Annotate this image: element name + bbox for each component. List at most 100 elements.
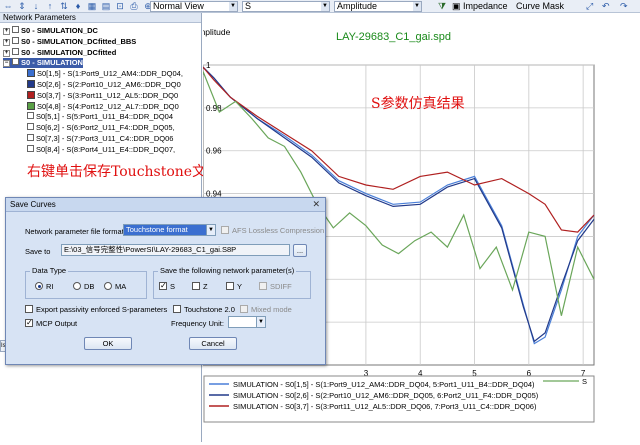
filter-icon[interactable]: ♦ — [72, 1, 84, 12]
impedance-toggle[interactable]: ▣ Impedance — [452, 1, 508, 12]
browse-button[interactable]: ... — [293, 244, 307, 257]
network-icon — [12, 26, 19, 33]
save-curves-dialog: Save Curves ✕ Network parameter file for… — [5, 197, 326, 365]
tree-group-item[interactable]: + S0 - SIMULATION_DC — [3, 26, 98, 36]
tree-item-label: S0[5,1] - S(5:Port1_U11_B4::DDR_DQ04 — [36, 112, 174, 122]
mode-select[interactable]: Amplitude ▼ — [334, 1, 422, 12]
tree-item-label: S0 - SIMULATION_DC — [21, 26, 98, 35]
format-label: Network parameter file format: — [25, 227, 126, 236]
export-passivity-label: Export passivity enforced S-parameters — [36, 305, 168, 314]
tree-group-item[interactable]: − S0 - SIMULATION — [3, 58, 83, 69]
parameter-select[interactable]: S ▼ — [242, 1, 330, 12]
tree-item-label: S0[6,2] - S(6:Port2_U11_F4::DDR_DQ05, — [36, 123, 175, 133]
network-icon — [12, 47, 19, 55]
mixed-mode-label: Mixed mode — [251, 305, 292, 314]
format-select[interactable]: Touchstone format ▼ — [123, 224, 216, 236]
param-s-checkbox[interactable]: ✓ — [159, 282, 167, 290]
chevron-down-icon: ▼ — [321, 2, 329, 11]
chevron-down-icon: ▼ — [229, 2, 237, 11]
sort-up-icon[interactable]: ↑ — [44, 1, 56, 12]
expand-icon[interactable]: + — [3, 28, 10, 35]
curve-color-icon[interactable] — [27, 90, 35, 99]
network-icon — [12, 58, 19, 66]
radio-ri-label: RI — [46, 282, 54, 291]
tree-curve-item[interactable]: S0[8,4] - S(8:Port4_U11_E4::DDR_DQ07, — [27, 144, 175, 155]
touchstone2-checkbox[interactable] — [173, 305, 181, 313]
tree-item-label: S0[7,3] - S(7:Port3_U11_C4::DDR_DQ06 — [36, 134, 174, 143]
cancel-button[interactable]: Cancel — [189, 337, 237, 350]
curve-checkbox-icon[interactable] — [27, 134, 34, 141]
curve-color-icon[interactable] — [27, 80, 35, 88]
param-z-checkbox[interactable] — [192, 282, 200, 290]
curve-color-icon[interactable] — [27, 69, 35, 78]
legend-entry: SIMULATION - S0[3,7] - S(3:Port11_U12_AL… — [233, 402, 537, 411]
afs-checkbox[interactable] — [221, 226, 229, 234]
param-sdiff-label: SDIFF — [270, 282, 292, 291]
y-tick-label: 0.96 — [206, 147, 222, 156]
param-sdiff-checkbox[interactable] — [259, 282, 267, 290]
arrows-icon[interactable]: ⇔ — [2, 1, 14, 12]
legend-entry: S — [582, 377, 587, 386]
close-icon[interactable]: ✕ — [312, 199, 320, 210]
param-s-label: S — [170, 282, 176, 291]
save-to-label: Save to — [25, 247, 51, 256]
tree-curve-item[interactable]: S0[3,7] - S(3:Port11_U12_AL5::DDR_DQ0 — [27, 90, 178, 101]
view-select[interactable]: Normal View ▼ — [150, 1, 238, 12]
mcp-output-checkbox[interactable]: ✓ — [25, 319, 33, 327]
tree-group-item[interactable]: + S0 - SIMULATION_DCfitted_BBS — [3, 36, 136, 47]
zoom-icon[interactable]: ⤢ — [586, 1, 593, 12]
param-y-label: Y — [237, 282, 243, 291]
afs-label: AFS Lossless Compression — [232, 226, 325, 235]
expand-icon[interactable]: + — [3, 38, 10, 46]
chevron-down-icon: ▼ — [256, 317, 265, 327]
grid-icon[interactable]: ▦ — [86, 1, 98, 12]
collapse-icon[interactable]: − — [3, 60, 10, 68]
tree-group-item[interactable]: + S0 - SIMULATION_DCfitted — [3, 47, 117, 58]
tree-curve-item[interactable]: S0[4,8] - S(4:Port12_U12_AL7::DDR_DQ0 — [27, 101, 179, 112]
sort-down-icon[interactable]: ↓ — [30, 1, 42, 12]
curve-checkbox-icon[interactable] — [27, 123, 34, 131]
toolbar: ⇔ ⇕ ↓ ↑ ⇅ ♦ ▦ ▤ ⊡ ⎙ ⊕ Normal View ▼ S ▼ Am… — [0, 0, 640, 13]
expand-icon[interactable]: + — [3, 49, 10, 57]
legend-entry: SIMULATION - S0[2,6] - S(2:Port10_U12_AM… — [233, 391, 539, 400]
tree-curve-item[interactable]: S0[7,3] - S(7:Port3_U11_C4::DDR_DQ06 — [27, 134, 173, 144]
tree-item-label: S0 - SIMULATION — [21, 58, 83, 68]
filter-funnel-icon[interactable]: ⧩ — [438, 1, 446, 12]
mixed-mode-checkbox[interactable] — [240, 305, 248, 313]
radio-db-label: DB — [84, 282, 95, 291]
select-icon[interactable]: ⊡ — [114, 1, 126, 12]
tree-curve-item[interactable]: S0[6,2] - S(6:Port2_U11_F4::DDR_DQ05, — [27, 123, 175, 133]
save-to-field[interactable]: E:\03_信号完整性\PowerSI\LAY-29683_C1_gai.S8P — [61, 244, 290, 256]
redo-icon[interactable]: ↷ — [620, 1, 628, 12]
touchstone2-label: Touchstone 2.0 — [184, 305, 235, 314]
curve-checkbox-icon[interactable] — [27, 144, 34, 152]
radio-db[interactable] — [73, 282, 81, 290]
radio-ma-label: MA — [115, 282, 127, 291]
curve-checkbox-icon[interactable] — [27, 112, 34, 120]
y-tick-label: 1 — [206, 61, 211, 70]
radio-ma[interactable] — [104, 282, 112, 290]
y-axis-label: S Amplitude — [203, 27, 231, 37]
param-y-checkbox[interactable] — [226, 282, 234, 290]
chart-icon[interactable]: ▤ — [100, 1, 112, 12]
tree-item-label: S0 - SIMULATION_DCfitted — [21, 47, 117, 57]
chevron-down-icon: ▼ — [206, 225, 215, 235]
export-passivity-checkbox[interactable] — [25, 305, 33, 313]
curve-color-icon[interactable] — [27, 101, 35, 110]
ok-button[interactable]: OK — [84, 337, 132, 350]
undo-icon[interactable]: ↶ — [602, 1, 610, 12]
curve-mask-toggle[interactable]: Curve Mask — [516, 1, 564, 12]
tree-curve-item[interactable]: S0[2,6] - S(2:Port10_U12_AM6::DDR_DQ0 — [27, 80, 181, 90]
radio-ri[interactable] — [35, 282, 43, 290]
legend-entry: SIMULATION - S0[1,5] - S(1:Port9_U12_AM4… — [233, 380, 535, 389]
expand-icon[interactable]: ⇅ — [58, 1, 70, 12]
move-icon[interactable]: ⇕ — [16, 1, 28, 12]
freq-unit-select[interactable]: ▼ — [228, 316, 266, 328]
tree-item-label: S0[2,6] - S(2:Port10_U12_AM6::DDR_DQ0 — [37, 80, 181, 89]
panel-title: Network Parameters — [0, 13, 201, 23]
tree-curve-item[interactable]: S0[5,1] - S(5:Port1_U11_B4::DDR_DQ04 — [27, 112, 173, 122]
freq-unit-label: Frequency Unit: — [171, 319, 224, 328]
print-icon[interactable]: ⎙ — [128, 1, 140, 12]
param-z-label: Z — [203, 282, 208, 291]
tree-curve-item[interactable]: S0[1,5] - S(1:Port9_U12_AM4::DDR_DQ04, — [27, 69, 183, 79]
